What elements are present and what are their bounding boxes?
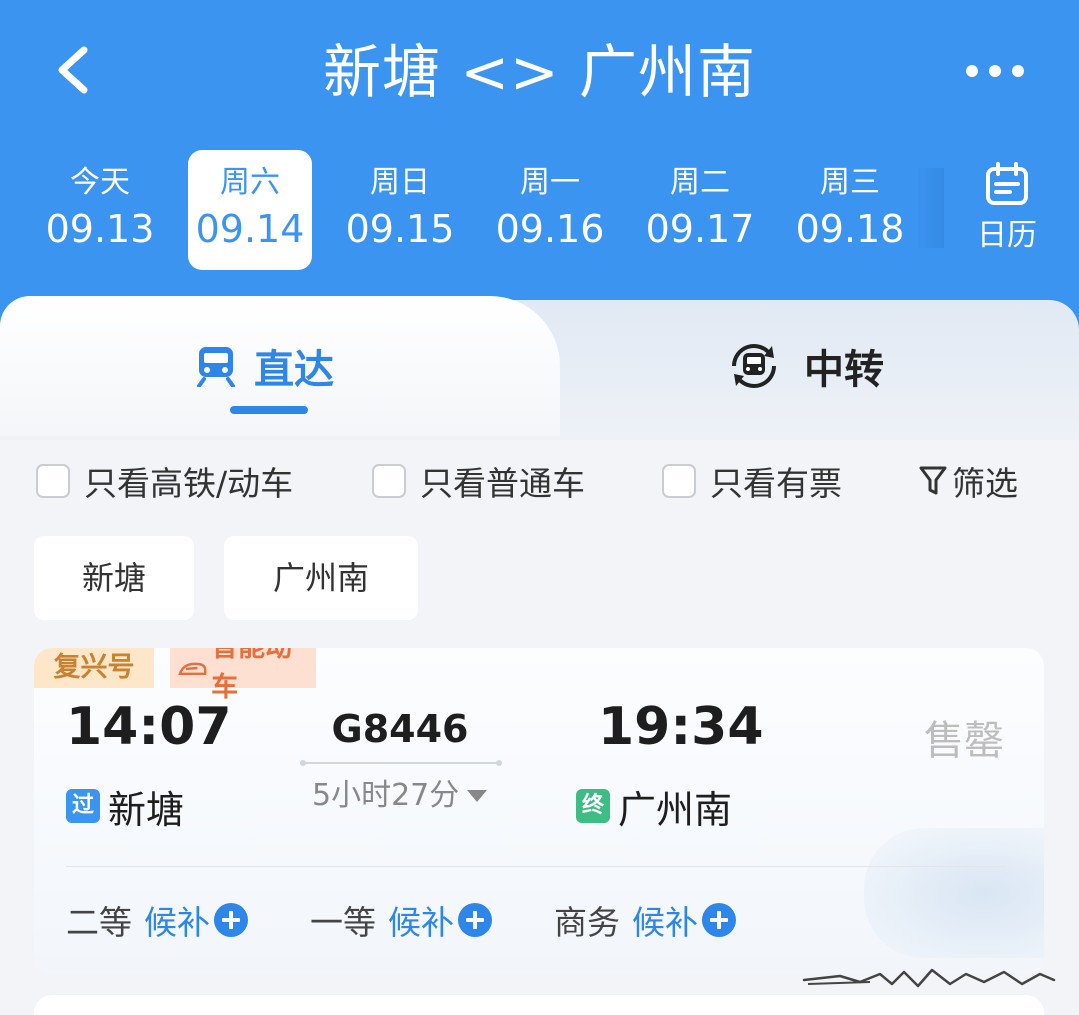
date-value: 09.15 [345, 207, 455, 251]
add-waitlist-icon[interactable] [702, 903, 736, 937]
funnel-icon [919, 466, 947, 495]
arrival-station-name: 广州南 [618, 787, 733, 832]
date-tab-selected[interactable]: 周六 09.14 [188, 150, 312, 270]
pass-through-tag: 过 [66, 789, 100, 823]
tab-direct[interactable]: 直达 [196, 336, 334, 396]
duration-text: 5小时27分 [312, 778, 460, 813]
date-weekday: 今天 [70, 165, 130, 200]
departure-station-name: 新塘 [108, 787, 185, 832]
date-tab[interactable]: 周一 09.16 [488, 150, 612, 270]
available-only-checkbox[interactable]: 只看有票 [662, 456, 842, 506]
departure-time: 14:07 [66, 697, 232, 757]
route-title: 新塘 <> 广州南 [322, 38, 757, 106]
normal-train-only-checkbox[interactable]: 只看普通车 [372, 456, 585, 506]
caret-down-icon [467, 790, 488, 802]
date-tab[interactable]: 今天 09.13 [38, 150, 162, 270]
train-number: G8446 [331, 707, 469, 751]
date-value: 09.14 [195, 207, 305, 251]
route-line [300, 760, 502, 766]
date-weekday: 周六 [220, 165, 280, 200]
date-value: 09.16 [495, 207, 605, 251]
checkbox-box [372, 464, 406, 498]
departure-station: 过 新塘 [66, 782, 184, 832]
calendar-button[interactable]: 日历 [962, 160, 1052, 260]
date-weekday: 周二 [670, 165, 730, 200]
date-weekday: 周三 [820, 165, 880, 200]
terminal-tag: 终 [576, 789, 610, 823]
card-watermark [864, 828, 1044, 958]
tab-direct-label: 直达 [254, 347, 334, 393]
next-train-card[interactable] [34, 995, 1044, 1015]
transfer-train-icon [732, 344, 776, 388]
date-tab[interactable]: 周二 09.17 [638, 150, 762, 270]
add-waitlist-icon[interactable] [214, 903, 248, 937]
date-tab[interactable]: 周三 09.18 [788, 150, 912, 270]
calendar-icon [986, 162, 1028, 205]
seat-second-class[interactable]: 二等 候补 [66, 898, 248, 942]
seat-class: 二等 [66, 903, 132, 942]
bullet-train-icon [178, 662, 207, 676]
seat-business-class[interactable]: 商务 候补 [554, 898, 736, 942]
tab-active-indicator [230, 406, 308, 414]
train-icon [197, 347, 235, 387]
checkbox-label: 只看高铁/动车 [84, 464, 294, 503]
sold-out-status: 售罄 [924, 718, 1004, 764]
checkbox-box [662, 464, 696, 498]
high-speed-only-checkbox[interactable]: 只看高铁/动车 [36, 456, 293, 506]
station-chip-to[interactable]: 广州南 [224, 536, 418, 620]
more-button[interactable] [960, 56, 1030, 86]
filter-label: 筛选 [952, 464, 1018, 503]
fuxing-badge: 复兴号 [34, 648, 154, 688]
checkbox-box [36, 464, 70, 498]
date-value: 09.18 [795, 207, 905, 251]
tab-transfer[interactable]: 中转 [726, 336, 884, 396]
watermark-signature [802, 968, 1056, 988]
date-weekday: 周日 [370, 165, 430, 200]
arrival-station: 终 广州南 [576, 782, 732, 832]
duration-toggle[interactable]: 5小时27分 [312, 776, 488, 816]
seat-class: 商务 [554, 903, 620, 942]
seat-class: 一等 [310, 903, 376, 942]
station-chip-from[interactable]: 新塘 [34, 536, 194, 620]
waitlist-label: 候补 [632, 903, 698, 942]
date-strip-fade [916, 168, 944, 248]
route-type-tabs: 直达 中转 [0, 296, 1079, 440]
checkbox-label: 只看普通车 [420, 464, 585, 503]
seat-first-class[interactable]: 一等 候补 [310, 898, 492, 942]
date-value: 09.17 [645, 207, 755, 251]
date-tab[interactable]: 周日 09.15 [338, 150, 462, 270]
checkbox-label: 只看有票 [710, 464, 842, 503]
more-dots-icon [966, 65, 1024, 77]
arrival-time: 19:34 [598, 697, 764, 757]
card-divider [66, 866, 1006, 867]
add-waitlist-icon[interactable] [458, 903, 492, 937]
smart-train-badge: 智能动车 [170, 648, 316, 703]
tab-transfer-label: 中转 [804, 347, 884, 393]
waitlist-label: 候补 [388, 903, 454, 942]
waitlist-label: 候补 [144, 903, 210, 942]
date-value: 09.13 [45, 207, 155, 251]
date-weekday: 周一 [520, 165, 580, 200]
filter-row: 只看高铁/动车 只看普通车 只看有票 筛选 [0, 456, 1079, 506]
filter-button[interactable]: 筛选 [918, 456, 1018, 506]
train-card[interactable]: 复兴号 智能动车 14:07 G8446 5小时27分 19:34 售罄 过 新… [34, 648, 1044, 974]
calendar-label: 日历 [977, 218, 1037, 253]
